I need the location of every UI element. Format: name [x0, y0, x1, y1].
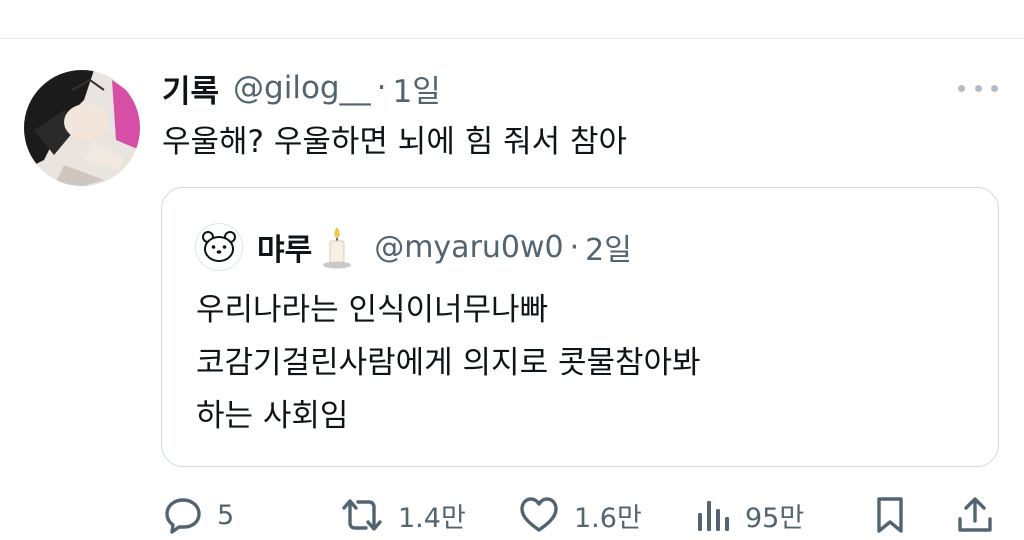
- bear-face-icon: [202, 231, 236, 262]
- like-button[interactable]: 1.6만: [518, 490, 642, 540]
- heart-icon: [520, 497, 558, 532]
- previous-tweet-icon: [893, 0, 919, 6]
- quoted-separator-dot: ·: [569, 229, 580, 265]
- quoted-text-line: 코감기걸린사람에게 의지로 콧물참아봐: [196, 345, 701, 381]
- quoted-tweet-card[interactable]: 먀루 @myaru0w0 · 2일 우리나라는 인식이너무나빠 코감기걸린사람에…: [161, 187, 999, 467]
- reply-button[interactable]: 5: [163, 490, 234, 540]
- retweet-button[interactable]: 1.4만: [340, 490, 466, 540]
- author-avatar[interactable]: [24, 70, 140, 186]
- tweet-text: 우울해? 우울하면 뇌에 힘 줘서 참아: [162, 124, 628, 160]
- tweet-timestamp[interactable]: 1일: [392, 66, 440, 111]
- top-divider: [0, 38, 1024, 39]
- separator-dot: ·: [376, 70, 387, 106]
- quoted-tweet-timestamp: 2일: [585, 233, 632, 268]
- views-count: 95만: [745, 502, 805, 534]
- share-icon: [958, 497, 992, 532]
- candle-icon: [323, 227, 352, 269]
- quoted-author-avatar: [195, 223, 243, 271]
- share-button[interactable]: [955, 490, 995, 540]
- retweet-count: 1.4만: [398, 502, 466, 534]
- tweet-header: 기록 @gilog__ · 1일: [162, 66, 441, 111]
- quoted-tweet-header: 먀루 @myaru0w0 · 2일: [257, 226, 632, 269]
- quoted-tweet-text: 우리나라는 인식이너무나빠 코감기걸린사람에게 의지로 콧물참아봐 하는 사회임: [196, 284, 701, 443]
- quoted-text-line: 하는 사회임: [196, 398, 349, 434]
- quoted-text-line: 우리나라는 인식이너무나빠: [196, 292, 549, 328]
- retweet-icon: [342, 499, 382, 531]
- bookmark-button[interactable]: [872, 490, 908, 540]
- more-options-icon[interactable]: [958, 80, 998, 96]
- views-icon: [698, 501, 729, 531]
- bookmark-icon: [877, 497, 903, 533]
- quoted-author-name: 먀루: [257, 233, 313, 268]
- action-bar: 5 1.4만 1.6만 95만: [0, 490, 1024, 540]
- views-button[interactable]: 95만: [695, 490, 804, 540]
- quoted-author-handle: @myaru0w0: [374, 229, 564, 265]
- author-name[interactable]: 기록: [162, 66, 219, 111]
- like-count: 1.6만: [574, 502, 642, 534]
- reply-icon: [165, 498, 201, 534]
- reply-count: 5: [217, 499, 235, 531]
- author-handle[interactable]: @gilog__: [233, 70, 371, 106]
